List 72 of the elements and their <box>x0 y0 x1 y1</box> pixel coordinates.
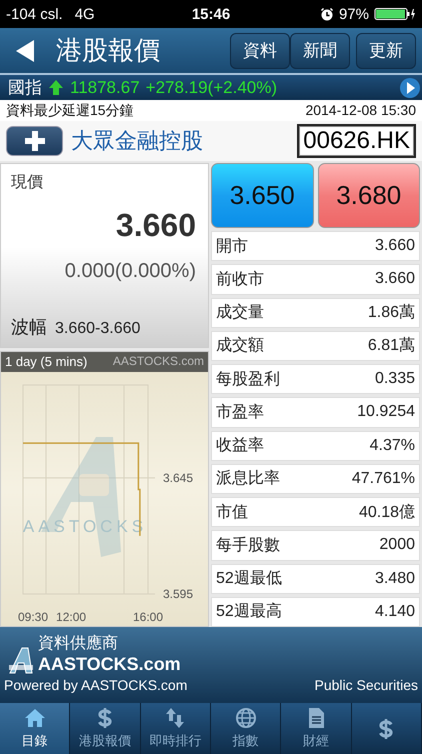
stat-value: 6.81萬 <box>368 336 415 356</box>
y-tick-label: 3.595 <box>163 587 194 601</box>
logo-icon <box>8 645 34 675</box>
index-value: 11878.67 <box>70 78 140 98</box>
tab-button[interactable]: 財經 <box>281 703 352 754</box>
stat-label: 派息比率 <box>216 468 280 490</box>
stat-value: 0.335 <box>374 370 415 388</box>
range-label: 波幅 <box>11 316 47 339</box>
x-tick-label: 16:00 <box>132 610 164 624</box>
timestamp: 2014-12-08 15:30 <box>305 102 416 119</box>
index-change: +278.19(+2.40%) <box>146 78 278 98</box>
current-price: 3.660 <box>116 207 196 244</box>
globe-icon <box>234 707 257 729</box>
stat-value: 10.9254 <box>357 403 415 422</box>
ask-button[interactable]: 3.680 <box>318 163 420 228</box>
carrier-name: -104 csl. <box>6 6 63 22</box>
alarm-icon <box>320 7 334 21</box>
price-label: 現價 <box>11 173 43 193</box>
broker-name: Public Securities <box>314 677 418 693</box>
home-icon <box>24 707 46 729</box>
stat-label: 收益率 <box>216 436 264 456</box>
stat-label: 開市 <box>216 236 248 257</box>
range-value: 3.660-3.660 <box>55 320 140 338</box>
stat-value: 40.18億 <box>358 502 415 523</box>
index-name: 國指 <box>8 77 42 99</box>
stat-label: 成交額 <box>216 336 264 356</box>
stat-label: 52週最低 <box>216 569 282 590</box>
tab-button[interactable]: 港股報價 <box>70 703 141 754</box>
chart-source: AASTOCKS.com <box>112 354 204 370</box>
stat-label: 市盈率 <box>216 402 264 423</box>
nav-button[interactable]: 新聞 <box>290 32 350 68</box>
stat-value: 3.660 <box>374 270 415 288</box>
bid-button[interactable]: 3.650 <box>211 163 314 228</box>
chart-period: 1 day (5 mins) <box>5 354 88 370</box>
provider-name: AASTOCKS.com <box>38 654 181 675</box>
stat-label: 每手股數 <box>216 536 280 556</box>
price-change: 0.000(0.000%) <box>64 260 196 283</box>
stat-label: 前收市 <box>216 270 264 290</box>
stat-value: 4.140 <box>374 602 415 621</box>
nav-button[interactable]: 更新 <box>356 32 416 68</box>
clock-time: 15:46 <box>192 6 230 22</box>
stat-value: 47.761% <box>352 470 415 488</box>
next-button[interactable] <box>400 78 420 98</box>
delay-notice: 資料最少延遲15分鐘 <box>6 102 134 119</box>
stat-value: 3.660 <box>374 237 415 256</box>
stat-label: 52週最高 <box>216 602 282 622</box>
x-tick-label: 12:00 <box>56 610 86 624</box>
tab-button[interactable]: 目錄 <box>0 703 70 754</box>
page-title: 港股報價 <box>56 34 161 67</box>
network-type: 4G <box>74 6 95 22</box>
up-down-arrows-icon <box>164 707 186 729</box>
tab-button[interactable]: 指數 <box>210 703 282 754</box>
stock-code-field[interactable]: 00626.HK <box>297 124 416 158</box>
back-button[interactable] <box>14 38 36 64</box>
stat-label: 市值 <box>216 502 248 523</box>
stat-value: 4.37% <box>370 436 415 455</box>
provider-label: 資料供應商 <box>38 634 119 654</box>
battery-percent: 97% <box>338 6 369 22</box>
nav-button[interactable]: 資料 <box>230 32 290 68</box>
tab-button[interactable]: 即時排行 <box>140 703 211 754</box>
stat-value: 1.86萬 <box>368 302 415 324</box>
add-button[interactable] <box>6 126 63 156</box>
stat-label: 每股盈利 <box>216 370 280 390</box>
stock-name: 大眾金融控股 <box>71 127 204 155</box>
stat-value: 3.480 <box>374 570 415 588</box>
battery-icon <box>374 7 416 21</box>
stat-value: 2000 <box>379 536 415 554</box>
stat-label: 成交量 <box>216 302 264 324</box>
powered-by: Powered by AASTOCKS.com <box>4 677 188 693</box>
y-tick-label: 3.645 <box>163 470 194 485</box>
plus-icon <box>24 131 44 151</box>
x-tick-label: 09:30 <box>18 610 48 624</box>
